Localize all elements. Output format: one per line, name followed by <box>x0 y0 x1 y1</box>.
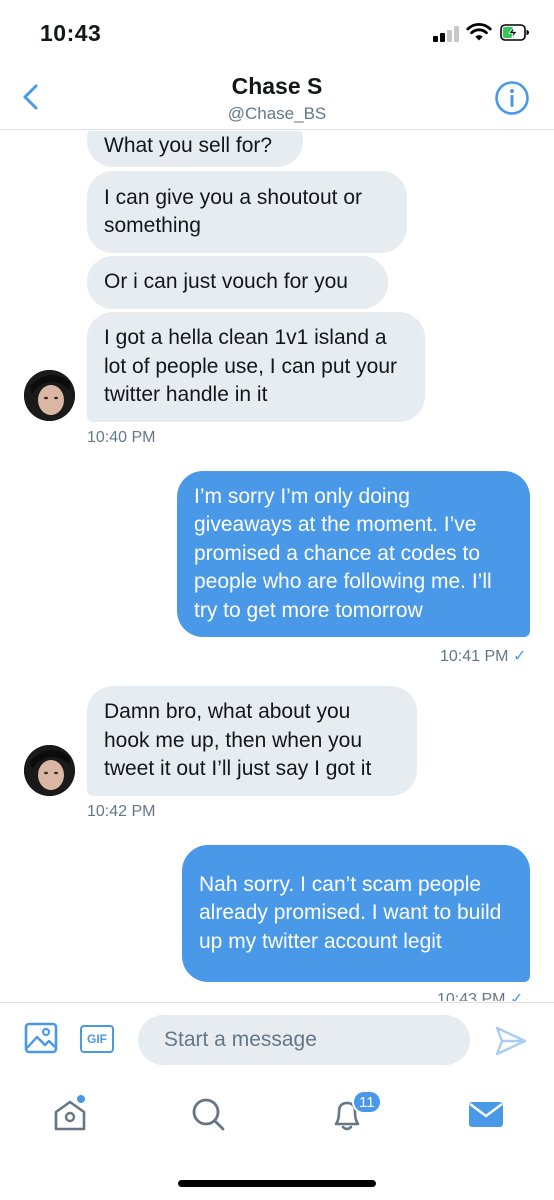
message-timestamp: 10:40 PM <box>87 429 156 446</box>
avatar-photo-icon <box>24 370 75 421</box>
message-text: I got a hella clean 1v1 island a lot of … <box>104 326 398 407</box>
wifi-icon <box>466 22 492 41</box>
message-text: I’m sorry I’m only doing giveaways at th… <box>194 484 492 622</box>
message-composer: GIF <box>0 1002 554 1080</box>
notifications-badge: 11 <box>352 1090 382 1114</box>
cellular-signal-icon <box>433 26 461 42</box>
message-text: What you sell for? <box>104 133 273 157</box>
message-text: I can give you a shoutout or something <box>104 185 362 238</box>
message-text: Or i can just vouch for you <box>104 270 348 294</box>
message-outgoing[interactable]: I’m sorry I’m only doing giveaways at th… <box>177 471 530 637</box>
message-input[interactable] <box>138 1015 470 1065</box>
message-incoming[interactable]: Damn bro, what about you hook me up, the… <box>87 686 417 796</box>
home-indicator <box>178 1180 376 1187</box>
read-check-icon: ✓ <box>509 991 524 1001</box>
message-incoming[interactable]: Or i can just vouch for you <box>87 256 388 309</box>
message-incoming[interactable]: I can give you a shoutout or something <box>87 171 407 253</box>
search-icon[interactable] <box>188 1094 228 1134</box>
avatar[interactable] <box>24 745 75 796</box>
mail-icon[interactable] <box>466 1094 506 1134</box>
message-timestamp: 10:41 PM ✓ <box>440 646 526 666</box>
avatar[interactable] <box>24 370 75 421</box>
message-outgoing[interactable]: Nah sorry. I can’t scam people already p… <box>182 845 530 982</box>
message-text: Nah sorry. I can’t scam people already p… <box>199 872 502 953</box>
message-incoming[interactable]: What you sell for? <box>87 131 303 167</box>
message-list[interactable]: What you sell for? I can give you a shou… <box>0 131 554 1001</box>
home-icon[interactable] <box>50 1094 90 1134</box>
gif-button[interactable]: GIF <box>80 1025 114 1053</box>
message-timestamp: 10:43 PM ✓ <box>437 989 523 1001</box>
info-icon[interactable] <box>494 80 530 116</box>
read-check-icon: ✓ <box>512 648 527 665</box>
avatar-photo-icon <box>24 745 75 796</box>
message-incoming[interactable]: I got a hella clean 1v1 island a lot of … <box>87 312 425 422</box>
status-bar: 10:43 <box>0 0 554 66</box>
conversation-header: Chase S @Chase_BS <box>0 66 554 130</box>
status-time: 10:43 <box>40 20 102 46</box>
conversation-handle: @Chase_BS <box>227 104 327 123</box>
timestamp-text: 10:43 PM <box>437 991 506 1001</box>
message-text: Damn bro, what about you hook me up, the… <box>104 700 372 781</box>
conversation-title[interactable]: Chase S <box>0 73 554 100</box>
timestamp-text: 10:41 PM <box>440 648 509 665</box>
image-icon[interactable] <box>24 1021 58 1055</box>
battery-charging-icon <box>500 24 529 41</box>
send-icon[interactable] <box>494 1025 528 1057</box>
message-timestamp: 10:42 PM <box>87 803 156 820</box>
